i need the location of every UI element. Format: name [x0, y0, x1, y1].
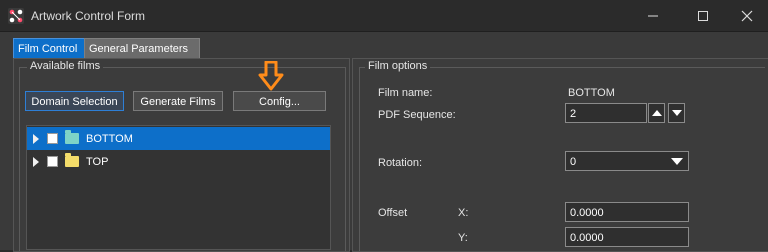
tab-film-control[interactable]: Film Control	[13, 38, 91, 60]
films-tree[interactable]: BOTTOM TOP	[26, 125, 331, 250]
config-button[interactable]: Config...	[233, 91, 326, 111]
folder-icon	[65, 130, 79, 144]
rotation-value: 0	[570, 156, 577, 168]
pdf-sequence-label: PDF Sequence:	[378, 109, 456, 121]
minimize-icon	[648, 15, 658, 16]
film-options-legend: Film options	[365, 60, 431, 72]
pdf-sequence-down-button[interactable]	[668, 103, 685, 123]
expand-arrow-icon[interactable]	[33, 156, 39, 167]
close-icon	[741, 10, 753, 21]
film-name-value: BOTTOM	[568, 87, 615, 99]
tree-item-top[interactable]: TOP	[27, 150, 330, 173]
down-arrow-icon	[671, 110, 682, 116]
maximize-icon	[698, 10, 708, 21]
tree-item-label: TOP	[86, 155, 109, 168]
maximize-button[interactable]	[680, 0, 726, 31]
app-icon	[8, 8, 24, 24]
tree-item-label: BOTTOM	[86, 132, 133, 145]
film-checkbox[interactable]	[47, 156, 58, 167]
window-title: Artwork Control Form	[31, 9, 146, 23]
folder-icon	[65, 153, 79, 167]
up-arrow-icon	[651, 110, 662, 116]
offset-y-label: Y:	[458, 232, 468, 244]
orange-down-arrow-icon	[258, 61, 284, 91]
generate-films-button[interactable]: Generate Films	[133, 91, 223, 111]
title-bar: Artwork Control Form	[0, 0, 768, 32]
minimize-button[interactable]	[630, 0, 676, 31]
offset-label: Offset	[378, 207, 408, 219]
available-films-legend: Available films	[27, 60, 104, 72]
rotation-label: Rotation:	[378, 157, 423, 169]
domain-selection-button[interactable]: Domain Selection	[25, 91, 124, 111]
film-checkbox[interactable]	[47, 133, 58, 144]
offset-x-input[interactable]: 0.0000	[565, 202, 689, 222]
close-button[interactable]	[724, 0, 768, 31]
expand-arrow-icon[interactable]	[33, 133, 39, 144]
chevron-down-icon	[671, 158, 683, 165]
film-name-label: Film name:	[378, 87, 433, 99]
tree-item-bottom[interactable]: BOTTOM	[27, 127, 330, 150]
pdf-sequence-input[interactable]: 2	[565, 103, 647, 123]
pdf-sequence-up-button[interactable]	[648, 103, 665, 123]
tab-general-parameters[interactable]: General Parameters	[84, 38, 200, 60]
offset-x-label: X:	[458, 207, 469, 219]
offset-y-input[interactable]: 0.0000	[565, 227, 689, 247]
rotation-select[interactable]: 0	[565, 151, 689, 171]
